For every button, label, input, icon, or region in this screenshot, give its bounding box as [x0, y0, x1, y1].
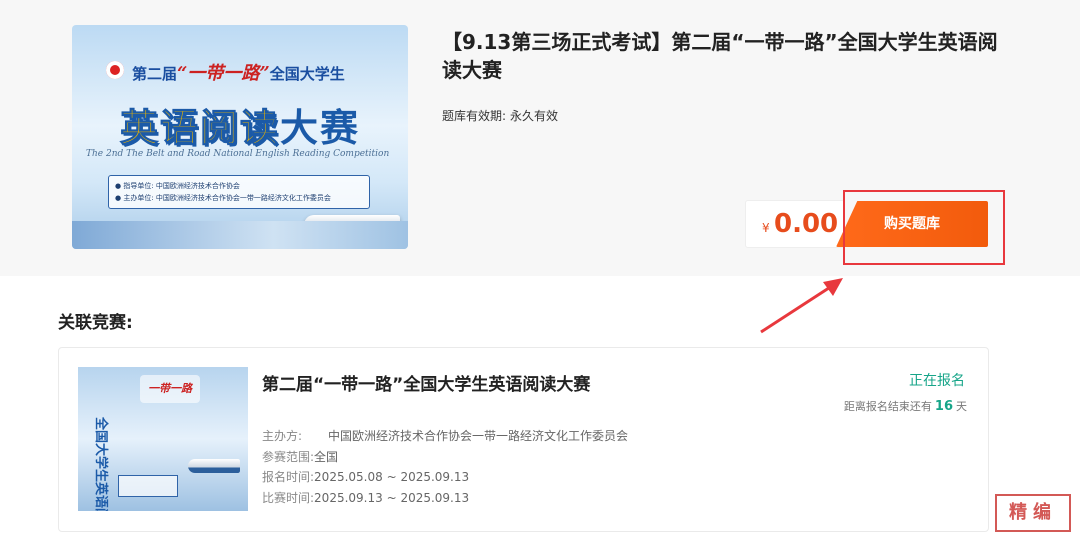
scope-value: 全国 [314, 450, 339, 464]
product-title: 【9.13第三场正式考试】第二届“一带一路”全国大学生英语阅读大赛 [442, 30, 998, 82]
banner-title: 英语阅读大赛 [94, 97, 386, 152]
scope-label: 参赛范围: [262, 450, 315, 464]
product-header: 第二届“一带一路”全国大学生 英语阅读大赛 The 2nd The Belt a… [0, 0, 1080, 334]
organizer-row: 主办方: 中国欧洲经济技术合作协会一带一路经济文化工作委员会 [262, 427, 628, 444]
currency-symbol: ¥ [762, 221, 770, 235]
match-time-value: 2025.09.13 ~ 2025.09.13 [314, 491, 470, 505]
status-badge: 正在报名 [909, 373, 965, 389]
scope-row: 参赛范围:全国 [262, 448, 338, 465]
validity-info: 题库有效期: 永久有效 [442, 107, 558, 124]
validity-value: 永久有效 [510, 109, 559, 123]
price-amount: 0.00 [774, 209, 839, 239]
countdown-unit: 天 [956, 400, 967, 413]
countdown-prefix: 距离报名结束还有 [843, 400, 932, 413]
match-time-row: 比赛时间:2025.09.13 ~ 2025.09.13 [262, 489, 469, 506]
related-competition-heading: 关联竞赛: [58, 313, 133, 333]
highlight-box [843, 190, 1005, 265]
thumbnail-tag: 一带一路 [140, 375, 200, 403]
banner-subtitle: 第二届“一带一路”全国大学生 [132, 59, 345, 85]
competition-title[interactable]: 第二届“一带一路”全国大学生英语阅读大赛 [262, 370, 590, 395]
thumbnail-info-box [118, 475, 178, 497]
banner-english-title: The 2nd The Belt and Road National Engli… [86, 149, 390, 159]
validity-label: 题库有效期: [442, 109, 507, 123]
banner-subtitle-prefix: 第二届 [132, 65, 178, 83]
signup-time-row: 报名时间:2025.05.08 ~ 2025.09.13 [262, 468, 469, 485]
watermark-seal: 精编 [995, 494, 1071, 532]
product-cover-image: 第二届“一带一路”全国大学生 英语阅读大赛 The 2nd The Belt a… [72, 25, 408, 249]
annotation-arrow-icon [760, 278, 843, 334]
banner-title-part-a: 英语阅读 [119, 106, 280, 151]
competition-card[interactable]: 一带一路 全国大学生英语阅读大赛 第二届“一带一路”全国大学生英语阅读大赛 正在… [58, 347, 989, 532]
organizer-logo-icon [106, 61, 124, 79]
signup-countdown: 距离报名结束还有 16 天 [844, 398, 967, 414]
price-display: ¥ 0.00 [745, 200, 845, 248]
banner-guide-line: ● 指导单位: 中国欧洲经济技术合作协会 [115, 182, 240, 190]
signup-time-label: 报名时间: [262, 470, 315, 484]
organizer-value: 中国欧洲经济技术合作协会一带一路经济文化工作委员会 [328, 429, 629, 443]
banner-host-line: ● 主办单位: 中国欧洲经济技术合作协会一带一路经济文化工作委员会 [115, 194, 331, 202]
match-time-label: 比赛时间: [262, 491, 315, 505]
organizer-label: 主办方: [262, 429, 303, 443]
banner-organizers: ● 指导单位: 中国欧洲经济技术合作协会 ● 主办单位: 中国欧洲经济技术合作协… [108, 175, 370, 209]
banner-calligraphy: “一带一路” [177, 63, 270, 84]
signup-time-value: 2025.05.08 ~ 2025.09.13 [314, 470, 470, 484]
banner-subtitle-suffix: 全国大学生 [269, 65, 345, 83]
competition-thumbnail: 一带一路 全国大学生英语阅读大赛 [78, 367, 248, 511]
countdown-days: 16 [934, 399, 953, 414]
banner-title-part-b: 大赛 [280, 106, 361, 150]
banner-ground [72, 221, 408, 249]
thumbnail-train-illustration [188, 459, 240, 473]
thumbnail-title: 全国大学生英语阅读大赛 [93, 417, 108, 511]
